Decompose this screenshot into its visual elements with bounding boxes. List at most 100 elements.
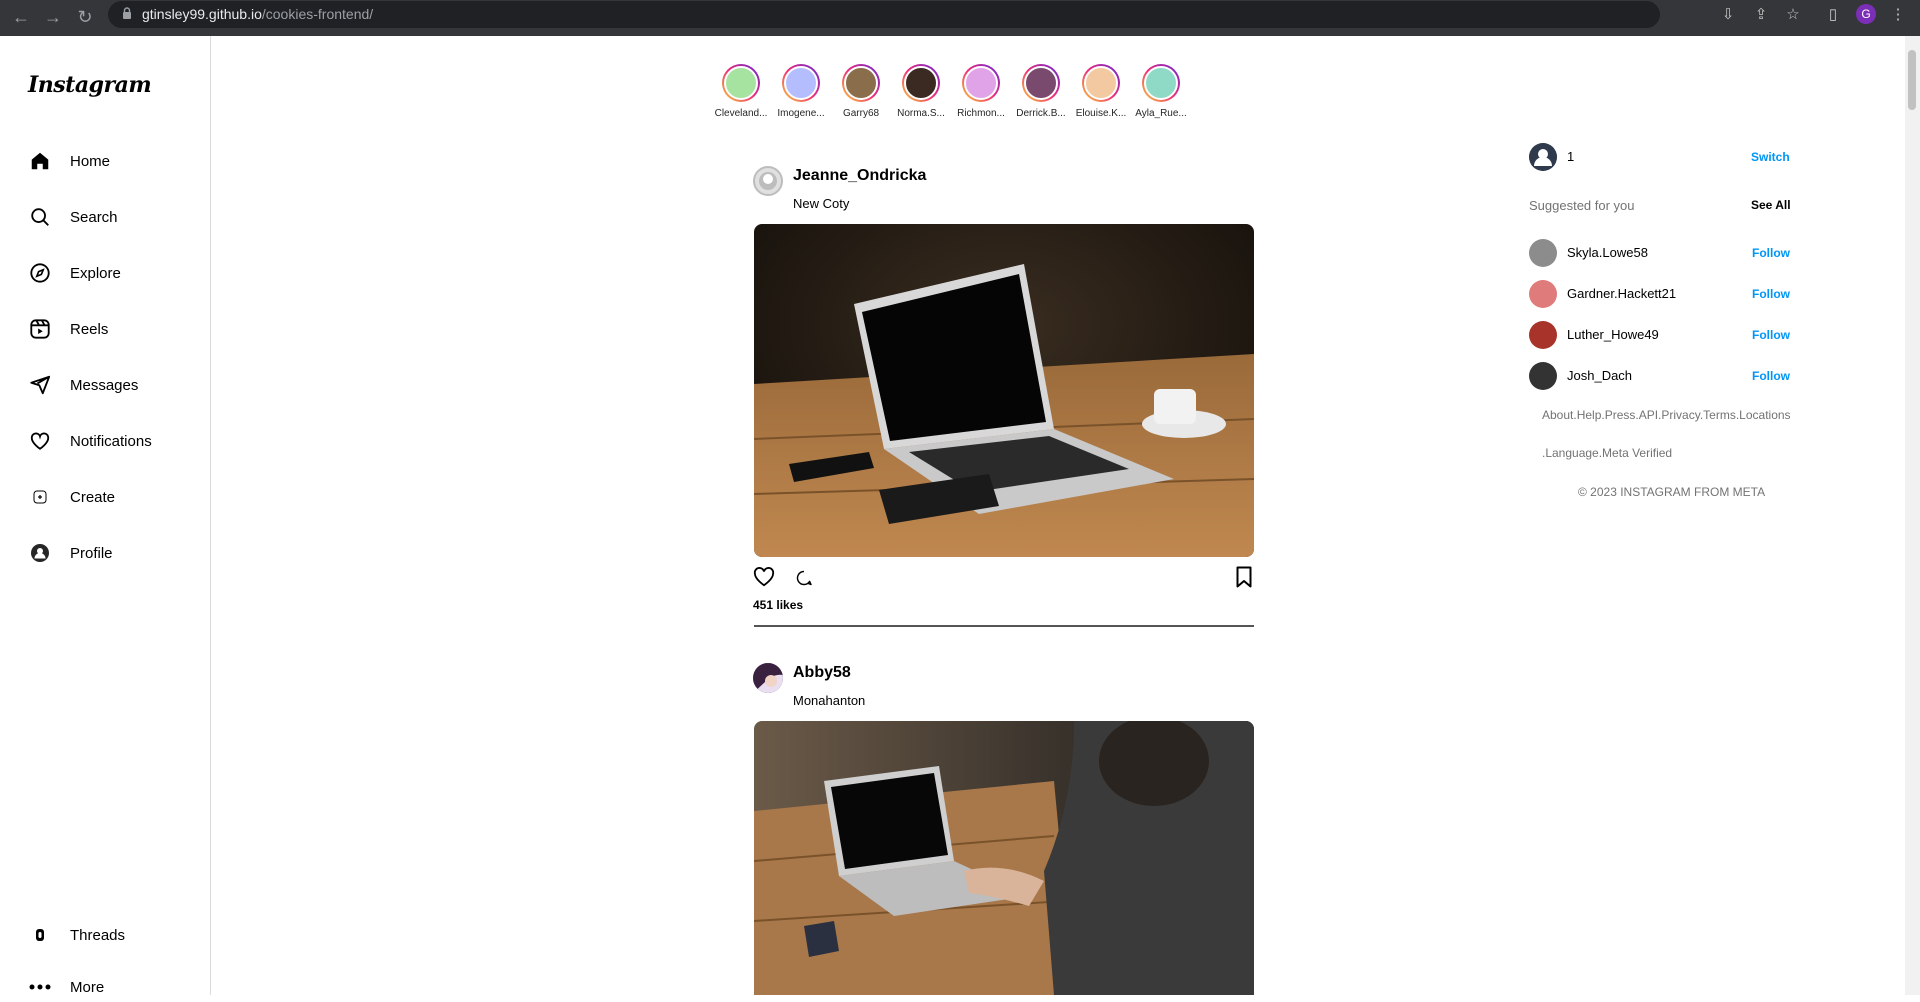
follow-button[interactable]: Follow (1752, 369, 1790, 383)
sidebar-item-profile[interactable]: Profile (28, 538, 113, 568)
heart-icon (28, 429, 52, 453)
share-icon[interactable]: ⇪ (1751, 5, 1771, 25)
compass-icon (28, 261, 52, 285)
story-item[interactable]: Elouise.K... (1068, 64, 1134, 119)
sidebar-item-explore[interactable]: Explore (28, 258, 121, 288)
profile-avatar[interactable]: G (1856, 4, 1876, 24)
sidebar-item-label: Create (70, 488, 116, 506)
forward-icon[interactable]: → (40, 4, 66, 30)
sidebar: Instagram Home Search Explore Reels Mess… (0, 36, 211, 996)
story-username: Garry68 (842, 108, 880, 119)
post-location[interactable]: New Coty (793, 196, 849, 211)
follow-button[interactable]: Follow (1752, 328, 1790, 342)
post-username[interactable]: Jeanne_Ondricka (793, 167, 926, 185)
like-icon[interactable] (753, 567, 775, 592)
story-avatar (784, 66, 818, 100)
bookmark-star-icon[interactable]: ☆ (1783, 5, 1803, 25)
reload-icon[interactable]: ↻ (72, 4, 98, 30)
story-avatar (724, 66, 758, 100)
sidebar-item-label: Messages (70, 376, 139, 394)
sidebar-item-label: More (70, 978, 105, 996)
suggested-user-avatar[interactable] (1529, 280, 1557, 308)
profile-icon (28, 541, 52, 565)
current-user-avatar[interactable] (1529, 143, 1557, 171)
instagram-logo[interactable]: Instagram (28, 72, 152, 98)
suggested-title: Suggested for you (1529, 198, 1635, 213)
sidebar-item-notifications[interactable]: Notifications (28, 426, 152, 456)
story-username: Imogene... (777, 108, 825, 119)
page-scrollbar[interactable] (1905, 36, 1920, 995)
story-username: Cleveland... (714, 108, 768, 119)
story-ring (782, 64, 820, 102)
suggested-username[interactable]: Skyla.Lowe58 (1567, 245, 1648, 260)
menu-kebab-icon[interactable]: ⋮ (1888, 5, 1908, 25)
sidebar-item-label: Explore (70, 264, 121, 282)
post-username[interactable]: Abby58 (793, 664, 851, 682)
sidebar-item-label: Threads (70, 926, 126, 944)
more-icon (28, 975, 52, 999)
story-item[interactable]: Derrick.B... (1008, 64, 1074, 119)
story-username: Norma.S... (897, 108, 945, 119)
story-ring (1142, 64, 1180, 102)
story-ring (1022, 64, 1060, 102)
sidebar-item-label: Profile (70, 544, 113, 562)
story-item[interactable]: Richmon... (948, 64, 1014, 119)
follow-button[interactable]: Follow (1752, 287, 1790, 301)
post-author-avatar[interactable] (753, 166, 783, 196)
suggested-username[interactable]: Luther_Howe49 (1567, 327, 1659, 342)
post-divider (754, 625, 1254, 627)
suggested-username[interactable]: Josh_Dach (1567, 368, 1632, 383)
suggested-user-avatar[interactable] (1529, 239, 1557, 267)
home-icon (28, 149, 52, 173)
story-avatar (1024, 66, 1058, 100)
story-username: Richmon... (957, 108, 1005, 119)
story-avatar (904, 66, 938, 100)
sidebar-item-label: Home (70, 152, 111, 170)
story-item[interactable]: Norma.S... (888, 64, 954, 119)
sidebar-item-home[interactable]: Home (28, 146, 110, 176)
post-likes-count[interactable]: 451 likes (753, 598, 803, 612)
story-item[interactable]: Cleveland... (708, 64, 774, 119)
post-image[interactable] (754, 721, 1254, 995)
story-ring (962, 64, 1000, 102)
sidebar-item-threads[interactable]: Threads (28, 920, 125, 950)
story-item[interactable]: Imogene... (768, 64, 834, 119)
plus-square-icon (28, 485, 52, 509)
comment-icon[interactable] (796, 570, 812, 591)
suggested-username[interactable]: Gardner.Hackett21 (1567, 286, 1676, 301)
post-image[interactable] (754, 224, 1254, 557)
story-ring (722, 64, 760, 102)
back-icon[interactable]: ← (8, 4, 34, 30)
switch-account-button[interactable]: Switch (1751, 150, 1790, 164)
sidebar-item-messages[interactable]: Messages (28, 370, 138, 400)
story-avatar (1084, 66, 1118, 100)
footer-links[interactable]: About.Help.Press.API.Privacy.Terms.Locat… (1542, 408, 1791, 422)
footer-links-2[interactable]: .Language.Meta Verified (1542, 446, 1672, 460)
post-location[interactable]: Monahanton (793, 693, 865, 708)
story-username: Ayla_Rue... (1135, 108, 1187, 119)
copyright-text: © 2023 INSTAGRAM FROM META (1578, 485, 1766, 499)
post-author-avatar[interactable] (753, 663, 783, 693)
sidebar-item-label: Notifications (70, 432, 152, 450)
install-icon[interactable]: ⇩ (1718, 5, 1738, 25)
sidebar-item-create[interactable]: Create (28, 482, 115, 512)
story-avatar (964, 66, 998, 100)
suggested-user-avatar[interactable] (1529, 362, 1557, 390)
sidebar-item-reels[interactable]: Reels (28, 314, 108, 344)
story-item[interactable]: Garry68 (828, 64, 894, 119)
current-username[interactable]: 1 (1567, 149, 1574, 164)
story-ring (842, 64, 880, 102)
save-bookmark-icon[interactable] (1236, 566, 1252, 593)
sidebar-item-more[interactable]: More (28, 972, 104, 1002)
story-ring (902, 64, 940, 102)
sidebar-item-search[interactable]: Search (28, 202, 118, 232)
suggested-user-avatar[interactable] (1529, 321, 1557, 349)
story-username: Elouise.K... (1075, 108, 1127, 119)
story-item[interactable]: Ayla_Rue... (1128, 64, 1194, 119)
see-all-link[interactable]: See All (1751, 198, 1791, 212)
follow-button[interactable]: Follow (1752, 246, 1790, 260)
side-panel-icon[interactable]: ▯ (1823, 5, 1843, 25)
send-icon (28, 373, 52, 397)
story-username: Derrick.B... (1016, 108, 1066, 119)
scrollbar-thumb[interactable] (1908, 50, 1916, 110)
